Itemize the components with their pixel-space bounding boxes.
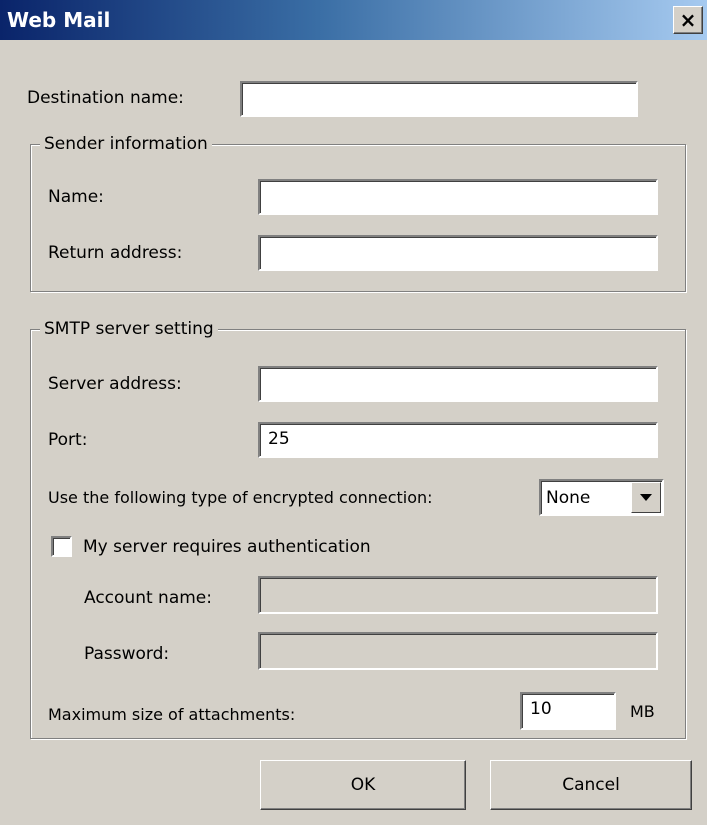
sender-name-label: Name: <box>48 187 104 207</box>
port-input[interactable]: 25 <box>258 422 658 458</box>
account-name-label: Account name: <box>84 588 212 608</box>
ok-button[interactable]: OK <box>260 760 466 810</box>
ok-button-label: OK <box>350 775 376 795</box>
attachment-size-label: Maximum size of attachments: <box>48 705 296 724</box>
encryption-select-value: None <box>546 488 591 508</box>
close-icon: × <box>679 8 697 32</box>
sender-name-input[interactable] <box>258 179 658 215</box>
attachment-size-input[interactable]: 10 <box>520 692 616 730</box>
return-address-input[interactable] <box>258 235 658 271</box>
auth-checkbox[interactable] <box>51 536 72 557</box>
destination-name-label: Destination name: <box>27 88 184 108</box>
title-bar[interactable]: Web Mail × <box>0 0 707 40</box>
destination-name-input[interactable] <box>240 81 638 117</box>
encryption-label: Use the following type of encrypted conn… <box>48 488 433 507</box>
encryption-select[interactable]: None <box>539 479 664 516</box>
smtp-server-legend: SMTP server setting <box>40 319 218 339</box>
password-input[interactable] <box>258 632 658 670</box>
auth-checkbox-label[interactable]: My server requires authentication <box>83 537 371 557</box>
return-address-label: Return address: <box>48 243 183 263</box>
attachment-unit-label: MB <box>630 702 655 721</box>
close-button[interactable]: × <box>673 6 703 34</box>
cancel-button-label: Cancel <box>562 775 620 795</box>
dropdown-button[interactable] <box>631 482 661 513</box>
window-title: Web Mail <box>7 8 111 32</box>
sender-information-legend: Sender information <box>40 134 212 154</box>
server-address-label: Server address: <box>48 374 182 394</box>
server-address-input[interactable] <box>258 366 658 402</box>
password-label: Password: <box>84 644 170 664</box>
chevron-down-icon <box>640 494 652 501</box>
account-name-input[interactable] <box>258 576 658 614</box>
cancel-button[interactable]: Cancel <box>490 760 692 810</box>
port-label: Port: <box>48 430 88 450</box>
